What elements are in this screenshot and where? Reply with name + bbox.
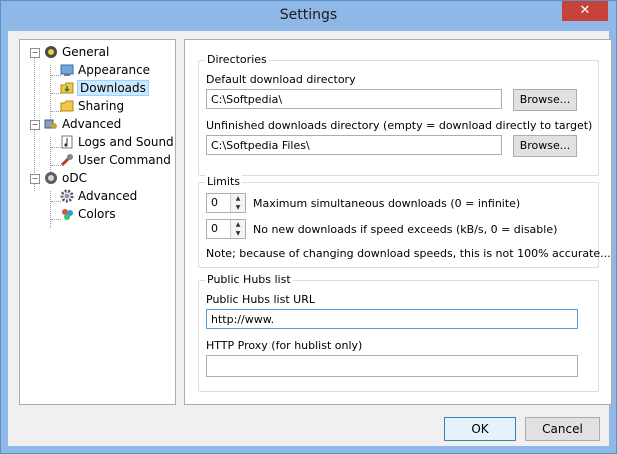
window-title: Settings — [279, 7, 338, 23]
tree-item-downloads[interactable]: Downloads — [60, 79, 149, 97]
title-bar[interactable]: Settings ✕ — [1, 1, 616, 31]
browse-unfinished-button[interactable]: Browse... — [513, 135, 577, 157]
appearance-icon — [60, 63, 74, 77]
tree-item-advanced[interactable]: Advanced — [44, 115, 121, 133]
tree-item-label: Colors — [78, 207, 116, 221]
tree-item-label: User Command — [78, 153, 171, 167]
tree-item-label: General — [62, 45, 110, 59]
spin-down-icon[interactable]: ▼ — [231, 203, 245, 212]
speed-limit-spinner[interactable]: 0 ▲ ▼ — [206, 219, 246, 239]
tree-item-label: Advanced — [62, 117, 122, 131]
tree-item-appearance[interactable]: Appearance — [60, 61, 150, 79]
hubs-url-input[interactable]: http://www. — [206, 309, 578, 329]
speed-limit-label: No new downloads if speed exceeds (kB/s,… — [253, 223, 558, 236]
tree-item-logs-and-sound[interactable]: Logs and Sound — [60, 133, 174, 151]
tree-item-label: Logs and Sound — [78, 135, 174, 149]
colors-icon — [60, 207, 74, 221]
tree-item-user-command[interactable]: User Command — [60, 151, 171, 169]
downloads-panel: Directories Default download directory C… — [184, 39, 612, 405]
advanced-icon — [44, 117, 58, 131]
expander-advanced[interactable]: − — [30, 120, 40, 130]
limits-note: Note; because of changing download speed… — [206, 247, 611, 260]
directories-group: Directories Default download directory C… — [198, 53, 599, 176]
gear-icon — [60, 189, 74, 203]
expander-odc[interactable]: − — [30, 174, 40, 184]
hubs-url-label: Public Hubs list URL — [206, 293, 315, 306]
tree-item-colors[interactable]: Colors — [60, 205, 116, 223]
hubs-title: Public Hubs list — [205, 273, 293, 286]
directories-title: Directories — [205, 53, 269, 66]
tree-item-odc[interactable]: oDC — [44, 169, 87, 187]
default-dir-label: Default download directory — [206, 73, 356, 86]
tree-item-general[interactable]: General — [44, 43, 109, 61]
limits-group: Limits 0 ▲ ▼ Maximum simultaneous downlo… — [198, 175, 611, 268]
spinner-value: 0 — [211, 196, 218, 209]
odc-icon — [44, 171, 58, 185]
tree-item-label: Sharing — [78, 99, 125, 113]
settings-window: Settings ✕ − − − General Appearance Down… — [0, 0, 617, 454]
ok-button[interactable]: OK — [444, 417, 516, 441]
downloads-folder-icon — [60, 81, 74, 95]
browse-default-button[interactable]: Browse... — [513, 89, 577, 111]
tree-line — [50, 191, 51, 228]
settings-tree[interactable]: − − − General Appearance Downloads Shari… — [19, 39, 176, 405]
logs-icon — [60, 135, 74, 149]
spinner-arrows[interactable]: ▲ ▼ — [230, 220, 245, 238]
max-downloads-label: Maximum simultaneous downloads (0 = infi… — [253, 197, 521, 210]
cancel-button[interactable]: Cancel — [525, 417, 600, 441]
sharing-folder-icon — [60, 99, 74, 113]
tree-item-label: oDC — [62, 171, 87, 185]
spin-down-icon[interactable]: ▼ — [231, 229, 245, 238]
tree-item-odc-advanced[interactable]: Advanced — [60, 187, 137, 205]
user-command-icon — [60, 153, 74, 167]
general-icon — [44, 45, 58, 59]
proxy-input[interactable] — [206, 355, 578, 377]
spinner-value: 0 — [211, 222, 218, 235]
close-button[interactable]: ✕ — [562, 1, 608, 21]
tree-item-sharing[interactable]: Sharing — [60, 97, 124, 115]
proxy-label: HTTP Proxy (for hublist only) — [206, 339, 363, 352]
dialog-body: − − − General Appearance Downloads Shari… — [8, 31, 612, 446]
tree-item-label: Advanced — [78, 189, 138, 203]
hubs-group: Public Hubs list Public Hubs list URL ht… — [198, 273, 599, 392]
max-downloads-spinner[interactable]: 0 ▲ ▼ — [206, 193, 246, 213]
spinner-arrows[interactable]: ▲ ▼ — [230, 194, 245, 212]
tree-item-label: Downloads — [77, 80, 149, 96]
expander-general[interactable]: − — [30, 48, 40, 58]
default-dir-input[interactable]: C:\Softpedia\ — [206, 89, 502, 109]
unfinished-dir-label: Unfinished downloads directory (empty = … — [206, 119, 593, 132]
unfinished-dir-input[interactable]: C:\Softpedia Files\ — [206, 135, 502, 155]
limits-title: Limits — [205, 175, 242, 188]
tree-item-label: Appearance — [78, 63, 151, 77]
